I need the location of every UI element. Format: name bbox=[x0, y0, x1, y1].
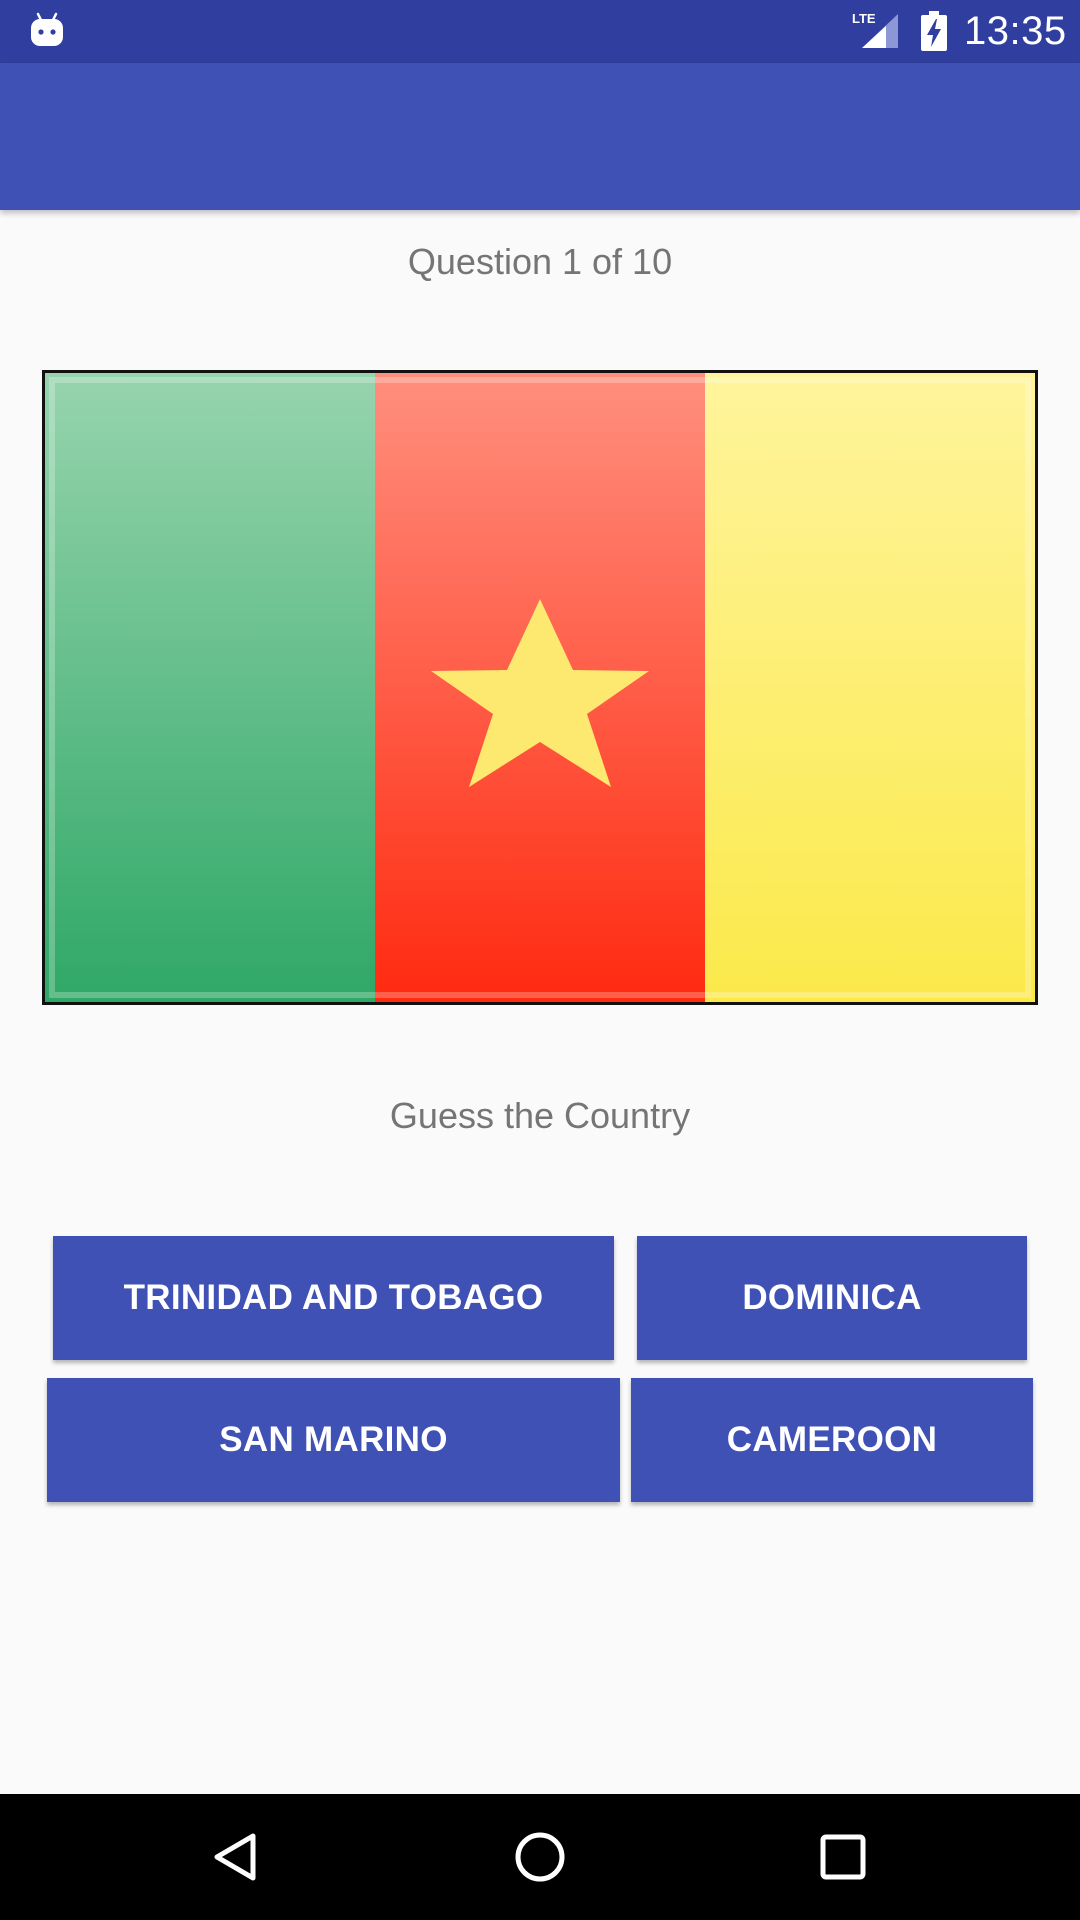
navigation-bar bbox=[0, 1794, 1080, 1920]
flag-image bbox=[42, 370, 1038, 1005]
question-counter: Question 1 of 10 bbox=[407, 241, 673, 282]
svg-text:LTE: LTE bbox=[852, 11, 876, 26]
recents-icon[interactable] bbox=[810, 1824, 876, 1890]
lte-signal-icon: LTE bbox=[852, 11, 898, 48]
android-icon bbox=[31, 12, 63, 46]
status-clock: 13:35 bbox=[964, 9, 1067, 53]
back-icon[interactable] bbox=[203, 1824, 269, 1890]
app-bar bbox=[0, 63, 1080, 210]
battery-charging-icon bbox=[921, 11, 947, 51]
answer-button-trinidad-and-tobago[interactable]: TRINIDAD AND TOBAGO bbox=[53, 1236, 614, 1360]
answer-button-dominica[interactable]: DOMINICA bbox=[637, 1236, 1027, 1360]
answer-button-san-marino[interactable]: SAN MARINO bbox=[47, 1378, 620, 1502]
answer-button-cameroon[interactable]: CAMEROON bbox=[631, 1378, 1033, 1502]
cameroon-flag-icon bbox=[45, 373, 1035, 1002]
prompt-text: Guess the Country bbox=[389, 1095, 691, 1136]
home-icon[interactable] bbox=[507, 1824, 573, 1890]
status-bar: LTE 13:35 bbox=[0, 0, 1080, 63]
